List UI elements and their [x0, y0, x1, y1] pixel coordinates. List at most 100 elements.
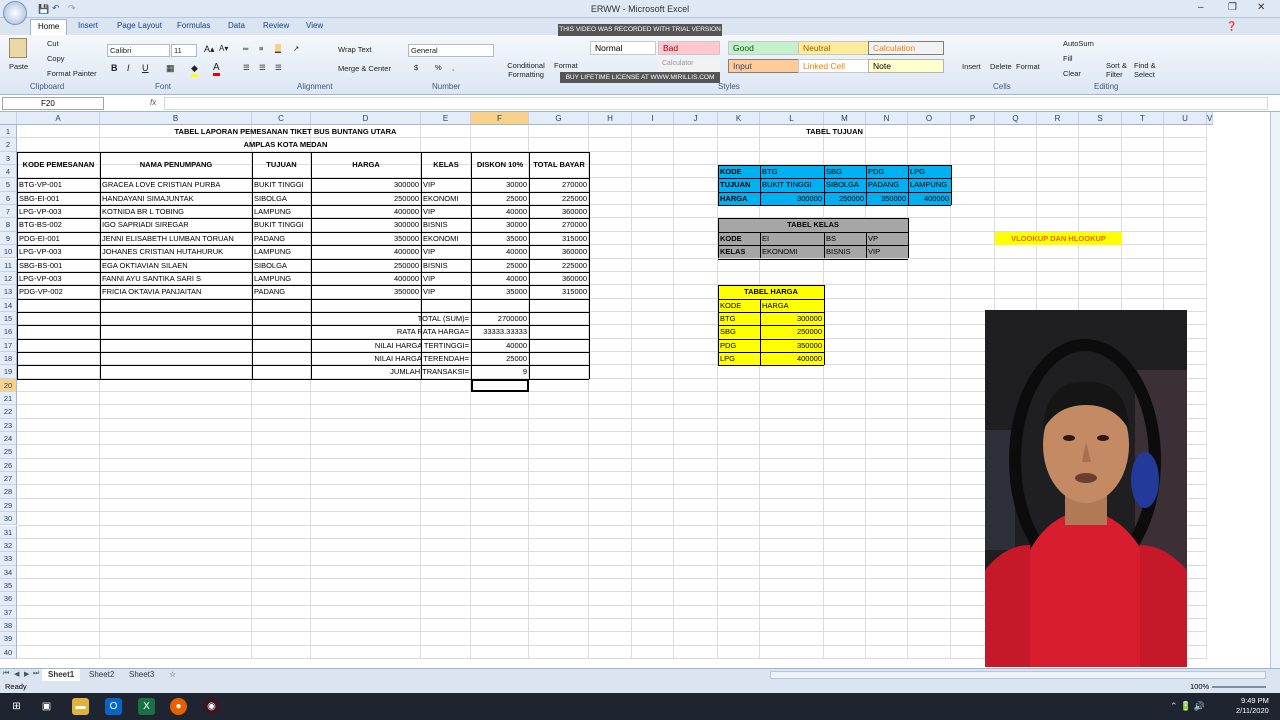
- table-cell[interactable]: LAMPUNG: [252, 245, 311, 258]
- table-header[interactable]: TUJUAN: [252, 152, 311, 179]
- windows-start-icon[interactable]: ⊞: [8, 698, 25, 715]
- row-header-23[interactable]: 23: [0, 418, 17, 433]
- table-cell[interactable]: BTG-VP-001: [17, 178, 100, 191]
- underline-button[interactable]: U: [142, 63, 149, 73]
- column-header-d[interactable]: D: [311, 112, 421, 125]
- column-header-t[interactable]: T: [1122, 112, 1164, 125]
- summary-label[interactable]: TOTAL (SUM)=: [311, 312, 471, 325]
- table-cell[interactable]: 360000: [529, 245, 589, 258]
- summary-value[interactable]: 33333.33333: [471, 325, 529, 338]
- help-icon[interactable]: ❓: [1226, 21, 1237, 32]
- table-header[interactable]: DISKON 10%: [471, 152, 529, 179]
- tab-formulas[interactable]: Formulas: [177, 21, 210, 30]
- row-header-37[interactable]: 37: [0, 605, 17, 619]
- table-cell[interactable]: JOHANES CRISTIAN HUTAHURUK: [100, 245, 252, 258]
- table-cell[interactable]: VIP: [421, 285, 471, 298]
- column-header-k[interactable]: K: [718, 112, 760, 125]
- table-cell[interactable]: BTG-BS-002: [17, 218, 100, 231]
- comma-icon[interactable]: ,: [452, 63, 454, 72]
- table-cell[interactable]: 30000: [471, 218, 529, 231]
- vertical-scrollbar[interactable]: [1270, 112, 1280, 668]
- harga-cell[interactable]: 250000: [760, 325, 824, 339]
- align-middle-icon[interactable]: ≡: [259, 44, 263, 53]
- format-cells-button[interactable]: Format: [1016, 62, 1040, 71]
- table-cell[interactable]: 400000: [311, 205, 421, 218]
- table-cell[interactable]: 40000: [471, 245, 529, 258]
- cut-button[interactable]: Cut: [47, 39, 59, 48]
- italic-button[interactable]: I: [127, 63, 130, 73]
- clear-button[interactable]: Clear: [1063, 69, 1081, 78]
- tabel-harga-title[interactable]: TABEL HARGA: [718, 285, 824, 299]
- summary-value[interactable]: 40000: [471, 339, 529, 352]
- number-format-select[interactable]: General: [408, 44, 494, 57]
- sheet-tab-sheet3[interactable]: Sheet3: [123, 669, 160, 681]
- sheet-nav-first-icon[interactable]: ⏮: [3, 670, 9, 678]
- table-cell[interactable]: LPG-VP-003: [17, 205, 100, 218]
- tujuan-cell[interactable]: TUJUAN: [718, 178, 760, 192]
- table-cell[interactable]: LAMPUNG: [252, 272, 311, 285]
- column-header-p[interactable]: P: [951, 112, 995, 125]
- merge-center-button[interactable]: Merge & Center: [338, 64, 391, 73]
- insert-cells-button[interactable]: Insert: [962, 62, 981, 71]
- task-view-icon[interactable]: ▣: [38, 698, 55, 715]
- kelas-cell[interactable]: VIP: [866, 245, 908, 259]
- tujuan-cell[interactable]: BTG: [760, 165, 824, 179]
- table-cell[interactable]: 40000: [471, 272, 529, 285]
- align-top-icon[interactable]: ═: [243, 44, 248, 53]
- table-cell[interactable]: 30000: [471, 178, 529, 191]
- close-button[interactable]: ✕: [1257, 2, 1265, 13]
- column-header-n[interactable]: N: [866, 112, 908, 125]
- table-cell[interactable]: 250000: [311, 192, 421, 205]
- kelas-cell[interactable]: BS: [824, 231, 866, 246]
- table-cell[interactable]: BISNIS: [421, 218, 471, 231]
- table-header[interactable]: HARGA: [311, 152, 421, 179]
- tabel-tujuan-title[interactable]: TABEL TUJUAN: [718, 125, 951, 138]
- table-cell[interactable]: BISNIS: [421, 259, 471, 272]
- table-cell[interactable]: 270000: [529, 178, 589, 191]
- table-cell[interactable]: EKONOMI: [421, 192, 471, 205]
- table-header[interactable]: KODE PEMESANAN: [17, 152, 100, 179]
- column-header-l[interactable]: L: [760, 112, 824, 125]
- table-cell[interactable]: PDG-VP-002: [17, 285, 100, 298]
- zoom-slider[interactable]: [1212, 686, 1266, 688]
- outlook-icon[interactable]: O: [105, 698, 122, 715]
- row-header-3[interactable]: 3: [0, 151, 17, 166]
- tujuan-cell[interactable]: SIBOLGA: [824, 178, 866, 192]
- table-cell[interactable]: LPG-VP-003: [17, 272, 100, 285]
- tujuan-cell[interactable]: KODE: [718, 165, 760, 179]
- harga-cell[interactable]: LPG: [718, 351, 760, 366]
- table-cell[interactable]: 360000: [529, 205, 589, 218]
- harga-header[interactable]: HARGA: [760, 298, 824, 312]
- style-normal[interactable]: Normal: [590, 41, 656, 55]
- row-header-13[interactable]: 13: [0, 285, 17, 299]
- delete-cells-button[interactable]: Delete: [990, 62, 1012, 71]
- column-header-u[interactable]: U: [1164, 112, 1207, 125]
- copy-button[interactable]: Copy: [47, 54, 65, 63]
- file-explorer-icon[interactable]: ▬: [72, 698, 89, 715]
- row-header-33[interactable]: 33: [0, 552, 17, 566]
- row-header-40[interactable]: 40: [0, 645, 17, 659]
- row-header-28[interactable]: 28: [0, 485, 17, 499]
- font-size-select[interactable]: 11: [171, 44, 197, 57]
- tujuan-cell[interactable]: 400000: [908, 191, 951, 206]
- table-cell[interactable]: 350000: [311, 285, 421, 298]
- tujuan-cell[interactable]: BUKIT TINGGI: [760, 178, 824, 192]
- font-name-select[interactable]: Calibri: [107, 44, 170, 57]
- row-header-4[interactable]: 4: [0, 165, 17, 179]
- table-cell[interactable]: 350000: [311, 232, 421, 245]
- insert-sheet-icon[interactable]: ☆: [163, 669, 182, 681]
- align-right-icon[interactable]: ☰: [275, 63, 282, 72]
- format-as-table-button[interactable]: Format: [554, 61, 578, 70]
- autosum-button[interactable]: AutoSum: [1063, 39, 1094, 48]
- tab-page-layout[interactable]: Page Layout: [117, 21, 162, 30]
- row-header-26[interactable]: 26: [0, 458, 17, 473]
- table-cell[interactable]: SIBOLGA: [252, 192, 311, 205]
- style-note[interactable]: Note: [868, 59, 944, 73]
- table-cell[interactable]: 225000: [529, 259, 589, 272]
- row-header-19[interactable]: 19: [0, 365, 17, 379]
- column-header-r[interactable]: R: [1037, 112, 1079, 125]
- paste-button[interactable]: Paste: [9, 62, 28, 71]
- row-header-5[interactable]: 5: [0, 178, 17, 192]
- table-cell[interactable]: 25000: [471, 259, 529, 272]
- bold-button[interactable]: B: [111, 63, 118, 73]
